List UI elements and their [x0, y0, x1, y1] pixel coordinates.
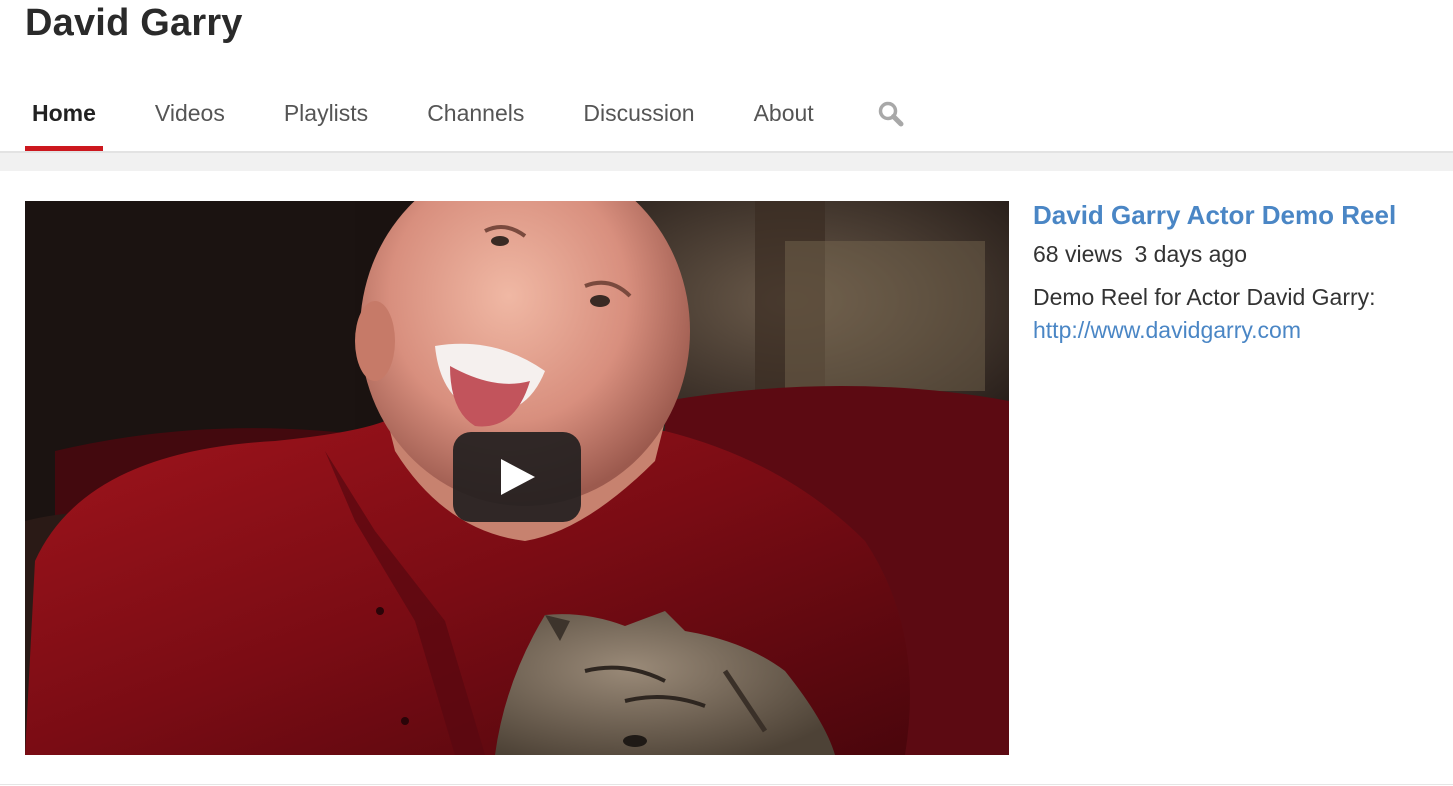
search-icon	[878, 101, 904, 127]
tab-home[interactable]: Home	[25, 90, 103, 151]
play-icon	[501, 459, 535, 495]
tab-about[interactable]: About	[747, 90, 821, 142]
tab-playlists[interactable]: Playlists	[277, 90, 375, 142]
video-info: David Garry Actor Demo Reel 68 views 3 da…	[1033, 200, 1448, 347]
bottom-divider	[0, 784, 1453, 785]
description-link[interactable]: http://www.davidgarry.com	[1033, 317, 1301, 343]
channel-page: David Garry Home Videos Playlists Channe…	[0, 0, 1453, 786]
upload-date: 3 days ago	[1134, 241, 1248, 267]
channel-tabs: Home Videos Playlists Channels Discussio…	[25, 90, 906, 152]
tab-videos[interactable]: Videos	[148, 90, 232, 142]
tab-discussion[interactable]: Discussion	[576, 90, 701, 142]
play-button[interactable]	[453, 432, 581, 522]
video-player[interactable]	[25, 201, 1009, 755]
search-button[interactable]	[876, 100, 906, 130]
description-text: Demo Reel for Actor David Garry:	[1033, 284, 1376, 310]
view-count: 68 views	[1033, 241, 1123, 267]
video-title-link[interactable]: David Garry Actor Demo Reel	[1033, 200, 1448, 231]
video-description: Demo Reel for Actor David Garry: http://…	[1033, 281, 1448, 347]
tab-channels[interactable]: Channels	[420, 90, 531, 142]
channel-title[interactable]: David Garry	[25, 2, 243, 45]
header-divider	[0, 151, 1453, 171]
video-meta: 68 views 3 days ago	[1033, 241, 1448, 268]
